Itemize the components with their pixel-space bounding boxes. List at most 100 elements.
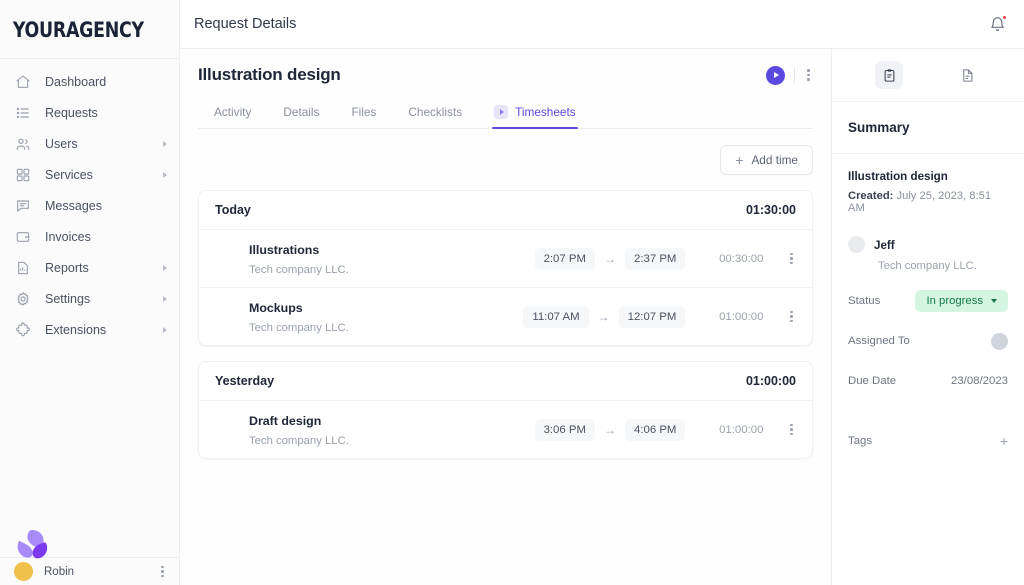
add-time-button[interactable]: + Add time [720, 145, 813, 175]
sidebar-user-row[interactable]: Robin [0, 557, 179, 585]
notification-dot [1002, 15, 1007, 20]
summary-created: Created: July 25, 2023, 8:51 AM [848, 190, 1008, 214]
summary-title: Summary [848, 120, 1008, 135]
group-header: Yesterday 01:00:00 [199, 362, 812, 401]
entry-title: Draft design [249, 414, 321, 428]
page-title: Request Details [194, 16, 296, 32]
detail-header: Illustration design [198, 65, 813, 85]
tab-checklists[interactable]: Checklists [392, 99, 478, 128]
wallet-icon [14, 228, 32, 246]
sidebar-item-requests[interactable]: Requests [0, 97, 179, 128]
sidebar-item-label: Settings [45, 292, 90, 306]
summary-owner: Jeff Tech company LLC. [848, 236, 1008, 272]
due-date-label: Due Date [848, 375, 896, 387]
avatar [215, 248, 237, 270]
puzzle-icon [14, 321, 32, 339]
entry-end-time[interactable]: 4:06 PM [625, 419, 685, 441]
gear-icon [14, 290, 32, 308]
entry-more-menu[interactable] [787, 308, 796, 326]
request-title: Illustration design [198, 65, 341, 85]
tab-label: Details [283, 105, 319, 119]
due-date-value[interactable]: 23/08/2023 [951, 375, 1008, 387]
add-tag-button[interactable]: + [1000, 434, 1008, 448]
main-column: Request Details Illustration design [180, 0, 1024, 585]
timesheet-group-today: Today 01:30:00 Illustrations Tech compan… [198, 190, 813, 346]
users-icon [14, 135, 32, 153]
notifications-button[interactable] [989, 16, 1006, 33]
entry-duration: 01:00:00 [707, 311, 763, 323]
clipboard-icon [882, 68, 897, 83]
tab-timesheets[interactable]: Timesheets [478, 99, 592, 128]
sidebar-item-label: Services [45, 168, 93, 182]
chevron-right-icon [163, 265, 167, 271]
chevron-right-icon [163, 141, 167, 147]
sidebar-item-invoices[interactable]: Invoices [0, 221, 179, 252]
timesheet-row[interactable]: Illustrations Tech company LLC. 2:07 PM … [199, 230, 812, 288]
sidebar-user-name: Robin [44, 566, 74, 578]
sidebar-item-settings[interactable]: Settings [0, 283, 179, 314]
sidebar-item-label: Messages [45, 199, 102, 213]
timesheet-row[interactable]: Draft design Tech company LLC. 3:06 PM →… [199, 401, 812, 458]
panel-tab-summary[interactable] [875, 61, 903, 89]
sidebar-item-label: Users [45, 137, 78, 151]
summary-body: Illustration design Created: July 25, 20… [832, 154, 1024, 585]
group-label: Today [215, 203, 251, 217]
entry-org: Tech company LLC. [249, 435, 349, 447]
play-icon [494, 105, 508, 119]
tab-activity[interactable]: Activity [198, 99, 267, 128]
avatar [215, 306, 237, 328]
sidebar-item-label: Reports [45, 261, 89, 275]
tab-label: Timesheets [515, 105, 576, 119]
panel-tab-documents[interactable] [953, 61, 981, 89]
status-badge[interactable]: In progress [915, 290, 1008, 312]
left-sidebar: YOURAGENCY Dashboard Requests Users [0, 0, 180, 585]
tab-label: Checklists [408, 105, 462, 119]
entry-duration: 01:00:00 [707, 424, 763, 436]
request-more-menu[interactable] [804, 66, 813, 84]
sidebar-nav: Dashboard Requests Users Services [0, 66, 179, 345]
detail-tabs: Activity Details Files Checklists [198, 99, 813, 129]
entry-end-time[interactable]: 2:37 PM [625, 248, 685, 270]
sidebar-item-users[interactable]: Users [0, 128, 179, 159]
sidebar-item-reports[interactable]: Reports [0, 252, 179, 283]
entry-more-menu[interactable] [787, 421, 796, 439]
summary-panel: Summary Illustration design Created: Jul… [831, 49, 1024, 585]
sidebar-item-label: Invoices [45, 230, 91, 244]
group-header: Today 01:30:00 [199, 191, 812, 230]
status-value: In progress [926, 295, 983, 307]
assigned-row: Assigned To [848, 330, 1008, 352]
home-icon [14, 73, 32, 91]
group-label: Yesterday [215, 374, 274, 388]
entry-start-time[interactable]: 3:06 PM [535, 419, 595, 441]
entry-start-time[interactable]: 11:07 AM [523, 306, 588, 328]
entry-start-time[interactable]: 2:07 PM [535, 248, 595, 270]
sidebar-divider [0, 58, 179, 59]
kebab-icon[interactable] [158, 563, 167, 581]
sidebar-item-label: Requests [45, 106, 98, 120]
status-row: Status In progress [848, 290, 1008, 312]
report-icon [14, 259, 32, 277]
owner-org: Tech company LLC. [878, 260, 977, 272]
assigned-avatar[interactable] [991, 333, 1008, 350]
sidebar-item-messages[interactable]: Messages [0, 190, 179, 221]
plus-icon: + [735, 153, 743, 167]
entry-more-menu[interactable] [787, 250, 796, 268]
tags-row: Tags + [848, 430, 1008, 452]
tab-label: Activity [214, 105, 251, 119]
owner-name: Jeff [874, 239, 895, 252]
avatar [848, 236, 865, 253]
tab-files[interactable]: Files [335, 99, 392, 128]
entry-org: Tech company LLC. [249, 264, 349, 276]
sidebar-item-services[interactable]: Services [0, 159, 179, 190]
entry-end-time[interactable]: 12:07 PM [619, 306, 686, 328]
start-timer-button[interactable] [766, 66, 785, 85]
entry-title: Illustrations [249, 243, 319, 257]
arrow-right-icon: → [598, 310, 610, 324]
tab-details[interactable]: Details [267, 99, 335, 128]
due-date-row: Due Date 23/08/2023 [848, 370, 1008, 392]
sidebar-item-dashboard[interactable]: Dashboard [0, 66, 179, 97]
sidebar-item-extensions[interactable]: Extensions [0, 314, 179, 345]
divider [794, 67, 795, 83]
timesheet-row[interactable]: Mockups Tech company LLC. 11:07 AM → 12:… [199, 288, 812, 345]
top-bar: Request Details [180, 0, 1024, 49]
